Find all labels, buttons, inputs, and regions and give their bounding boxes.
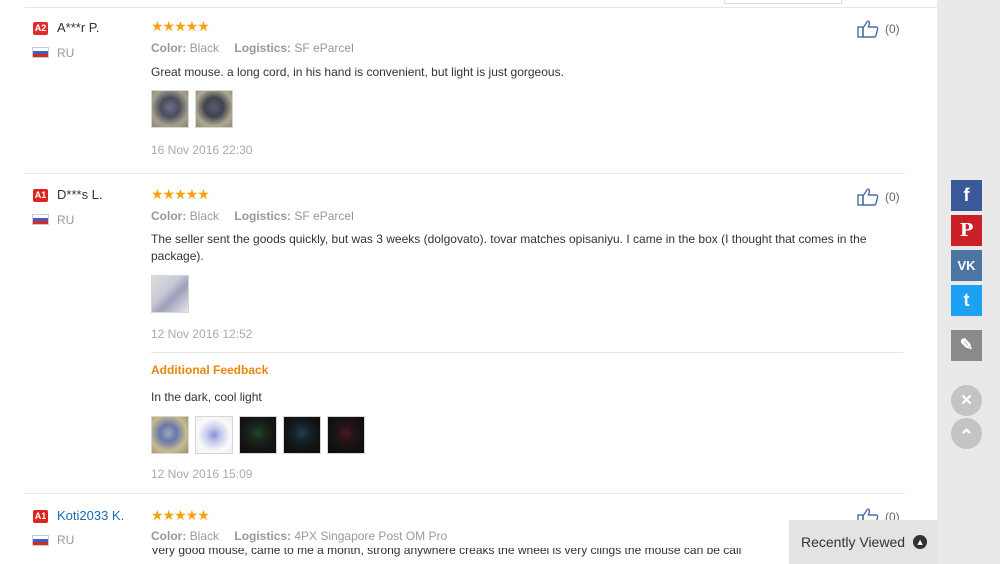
- review-date: 16 Nov 2016 22:30: [151, 143, 253, 157]
- additional-feedback-text: In the dark, cool light: [151, 390, 262, 404]
- additional-feedback-title: Additional Feedback: [151, 363, 269, 377]
- chevron-up-icon: ▲: [913, 535, 928, 549]
- review-text: Very good mouse, came to me a month, str…: [151, 548, 742, 557]
- logistics-value: 4PX Singapore Post OM Pro: [294, 529, 448, 543]
- pinterest-icon: P: [959, 220, 974, 241]
- additional-photos: [151, 416, 365, 454]
- review-meta: Color: Black Logistics: 4PX Singapore Po…: [151, 529, 447, 543]
- twitter-share-button[interactable]: t: [951, 285, 982, 316]
- color-label: Color:: [151, 209, 187, 223]
- buyer-level-badge: A1: [33, 189, 48, 202]
- review-photo-thumbnail[interactable]: [283, 416, 321, 454]
- star-rating: ★★★★★: [151, 186, 210, 202]
- buyer-level-badge: A2: [33, 22, 48, 35]
- review-date: 12 Nov 2016 12:52: [151, 327, 253, 341]
- reviewer-country: RU: [57, 213, 75, 227]
- pinterest-share-button[interactable]: P: [951, 215, 982, 246]
- logistics-label: Logistics:: [234, 209, 292, 223]
- color-label: Color:: [151, 41, 187, 55]
- review-meta: Color: Black Logistics: SF eParcel: [151, 41, 354, 55]
- review-text-partial: Very good mouse, came to me a month, str…: [151, 548, 781, 558]
- star-rating: ★★★★★: [151, 18, 210, 34]
- thumbs-up-icon: [857, 20, 879, 38]
- helpful-button[interactable]: (0): [857, 20, 900, 38]
- review-photos: [151, 275, 189, 313]
- buyer-level-badge: A1: [33, 510, 48, 523]
- right-gutter: [937, 0, 1000, 564]
- recently-viewed-label: Recently Viewed: [801, 534, 906, 550]
- logistics-label: Logistics:: [234, 529, 292, 543]
- color-value: Black: [189, 41, 220, 55]
- review-photo-thumbnail[interactable]: [327, 416, 365, 454]
- reviewer-name: A***r P.: [57, 20, 100, 35]
- review-photo-thumbnail[interactable]: [151, 90, 189, 128]
- review-text: Great mouse. a long cord, in his hand is…: [151, 65, 564, 79]
- review-divider: [25, 173, 905, 174]
- top-divider: [25, 7, 937, 8]
- twitter-icon: t: [963, 290, 970, 310]
- vk-share-button[interactable]: VK: [951, 250, 982, 281]
- russia-flag-icon: [32, 535, 49, 546]
- review-photos: [151, 90, 233, 128]
- facebook-icon: f: [963, 185, 970, 205]
- russia-flag-icon: [32, 214, 49, 225]
- chevron-up-icon: ⌃: [958, 426, 975, 446]
- review-photo-thumbnail[interactable]: [151, 416, 189, 454]
- review-photo-thumbnail[interactable]: [195, 416, 233, 454]
- helpful-count: (0): [885, 22, 900, 36]
- edit-button[interactable]: ✎: [951, 330, 982, 361]
- color-label: Color:: [151, 529, 187, 543]
- color-value: Black: [189, 209, 220, 223]
- recently-viewed-button[interactable]: Recently Viewed ▲: [789, 520, 937, 564]
- reviewer-name-link[interactable]: Koti2033 K.: [57, 508, 124, 523]
- close-button[interactable]: ✕: [951, 385, 982, 416]
- reviewer-country: RU: [57, 46, 75, 60]
- review-photo-thumbnail[interactable]: [151, 275, 189, 313]
- reviewer-name: D***s L.: [57, 187, 103, 202]
- color-value: Black: [189, 529, 220, 543]
- additional-feedback-date: 12 Nov 2016 15:09: [151, 467, 253, 481]
- review-text: The seller sent the goods quickly, but w…: [151, 232, 867, 263]
- top-control-edge: [724, 0, 842, 4]
- reviewer-country: RU: [57, 533, 75, 547]
- pencil-icon: ✎: [959, 337, 974, 354]
- thumbs-up-icon: [857, 188, 879, 206]
- russia-flag-icon: [32, 47, 49, 58]
- star-rating: ★★★★★: [151, 507, 210, 523]
- additional-feedback-divider: [151, 352, 903, 353]
- logistics-value: SF eParcel: [294, 209, 354, 223]
- close-icon: ✕: [960, 392, 973, 409]
- facebook-share-button[interactable]: f: [951, 180, 982, 211]
- helpful-count: (0): [885, 190, 900, 204]
- vk-icon: VK: [957, 258, 976, 273]
- logistics-label: Logistics:: [234, 41, 292, 55]
- scroll-top-button[interactable]: ⌃: [951, 418, 982, 449]
- review-meta: Color: Black Logistics: SF eParcel: [151, 209, 354, 223]
- review-photo-thumbnail[interactable]: [239, 416, 277, 454]
- logistics-value: SF eParcel: [294, 41, 354, 55]
- helpful-button[interactable]: (0): [857, 188, 900, 206]
- review-divider: [25, 493, 905, 494]
- review-photo-thumbnail[interactable]: [195, 90, 233, 128]
